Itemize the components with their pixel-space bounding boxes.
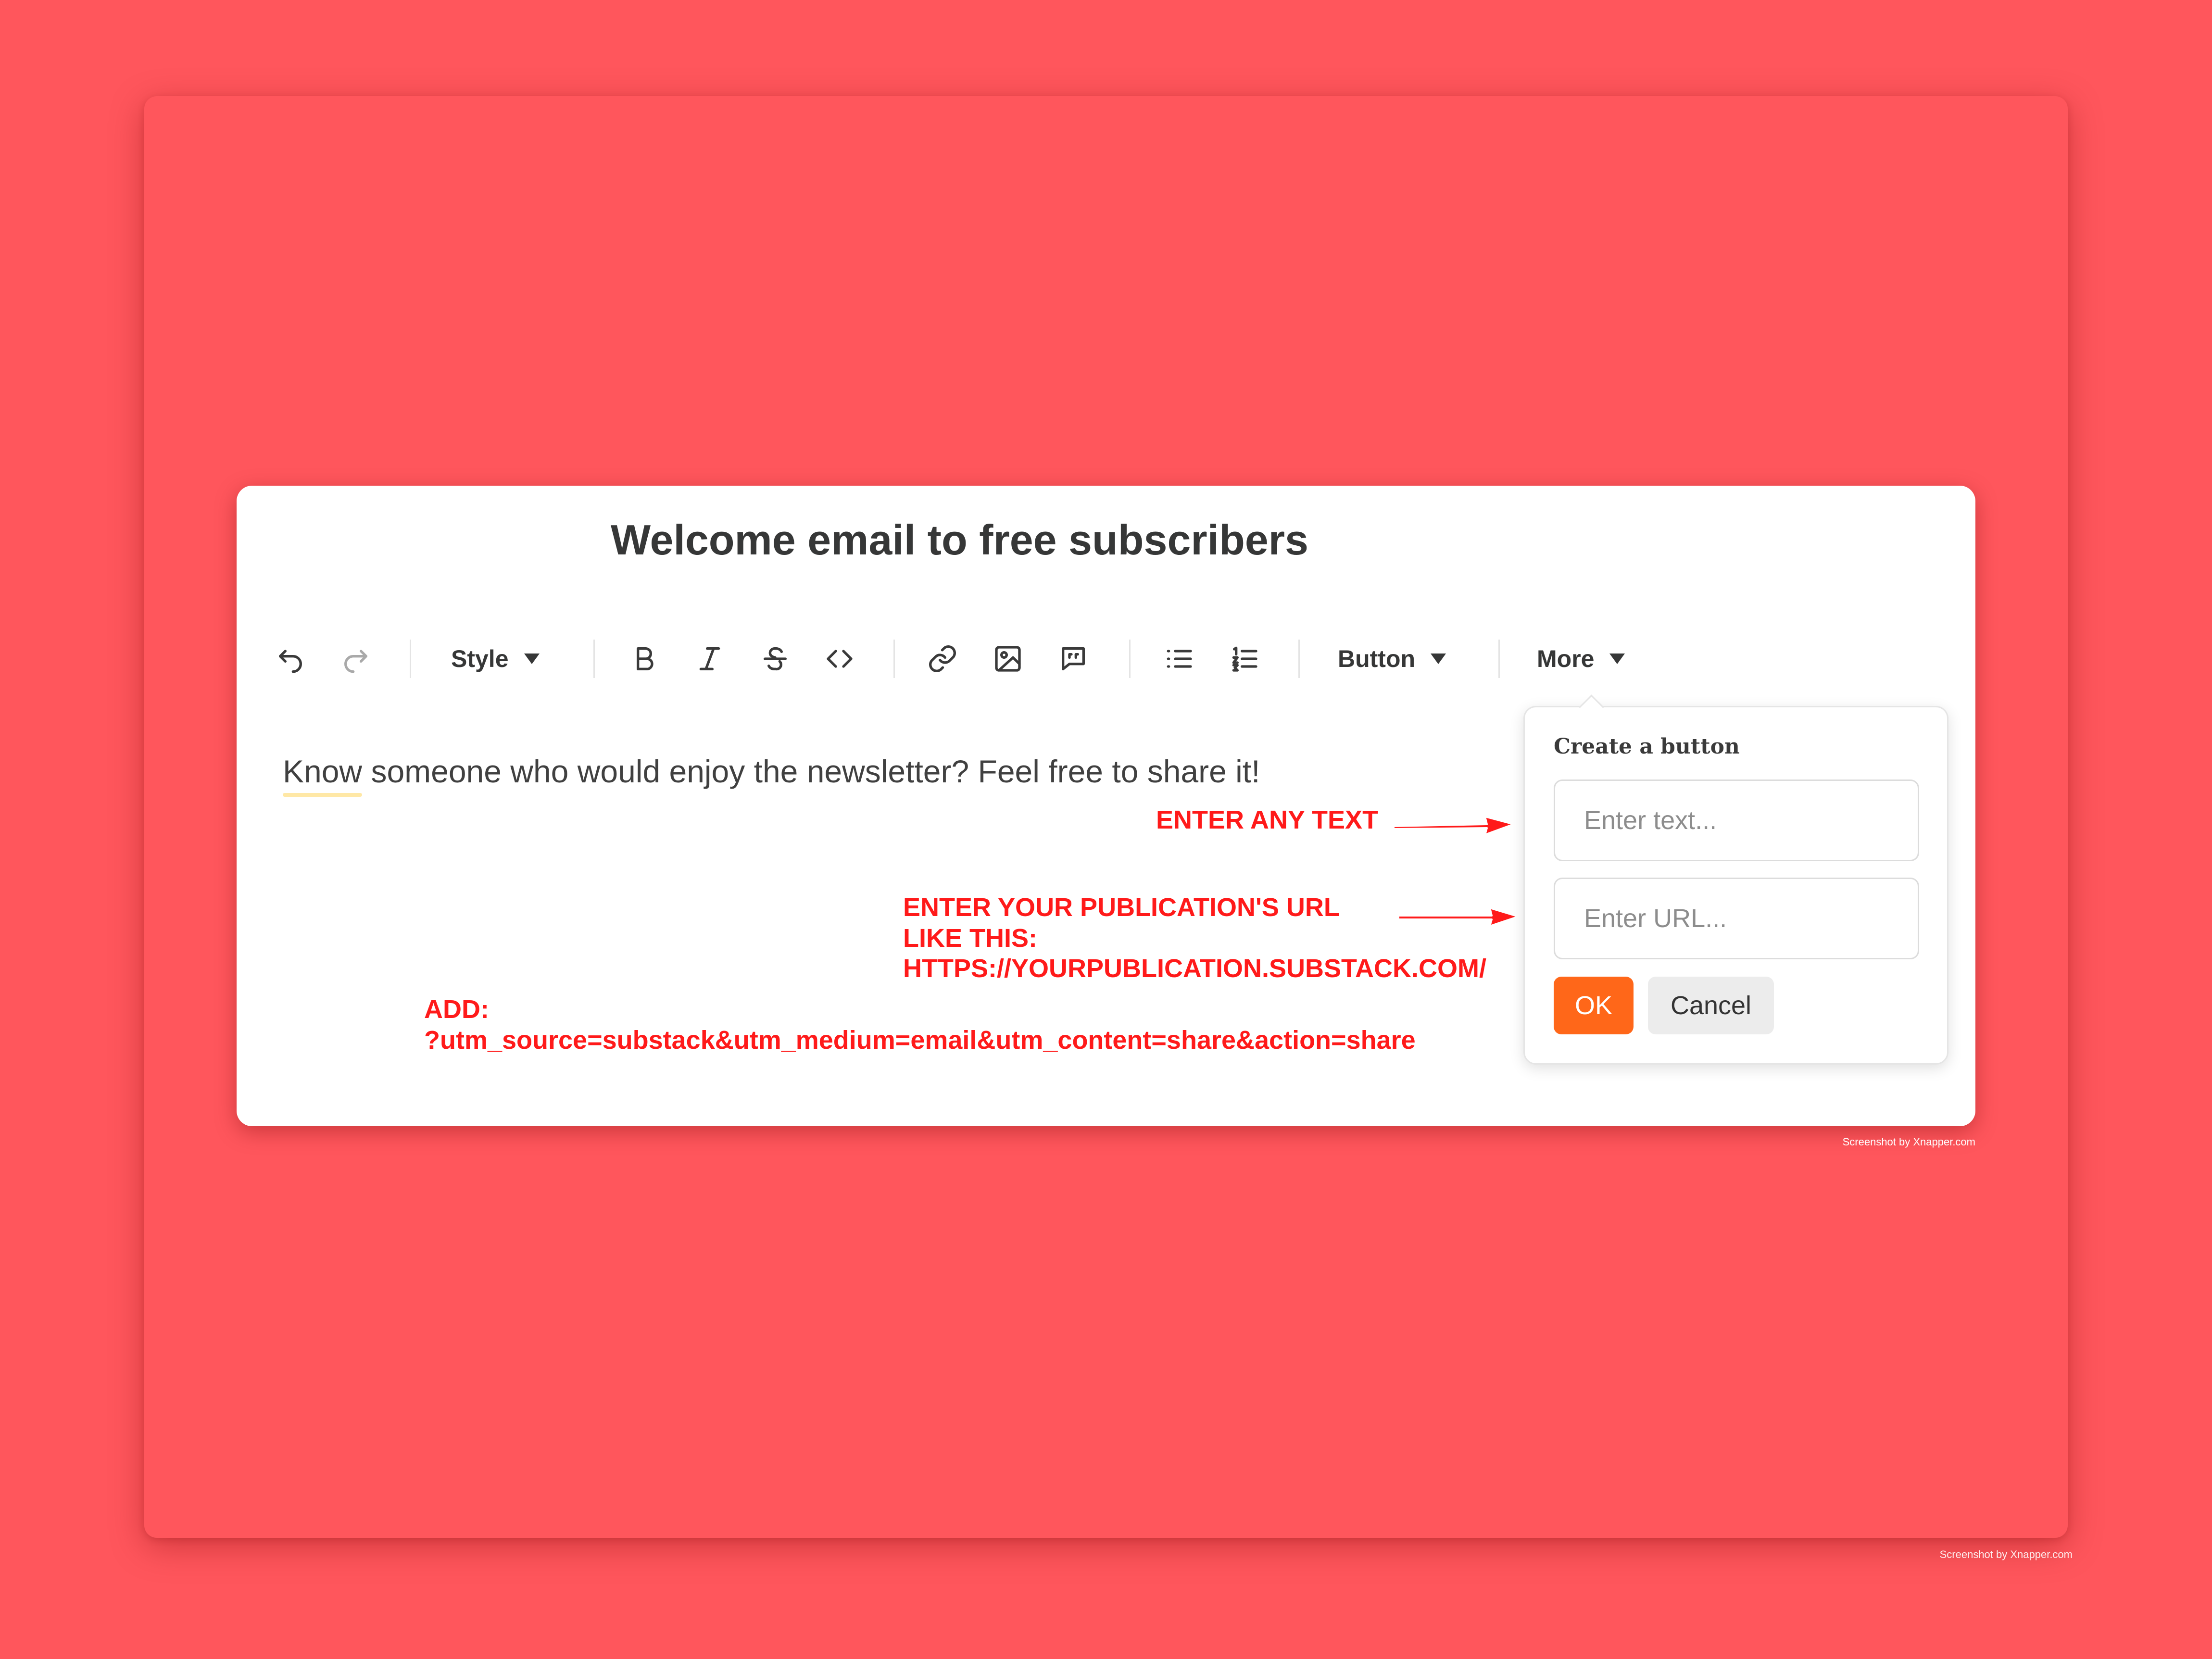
annotation-add-line1: ADD: [424,995,489,1024]
button-dropdown[interactable]: Button [1338,643,1446,674]
caret-down-icon [1609,654,1625,664]
toolbar-divider [593,640,595,678]
style-dropdown-label: Style [451,645,509,672]
code-icon[interactable] [824,643,855,674]
annotation-enter-text: ENTER ANY TEXT [1156,805,1379,834]
toolbar-divider [1498,640,1500,678]
annotation-arrow [1397,907,1520,927]
editor-card: Welcome email to free subscribers Style [237,486,1975,1126]
screenshot-credit: Screenshot by Xnapper.com [1939,1548,2073,1560]
undo-icon[interactable] [275,643,306,674]
link-icon[interactable] [927,643,958,674]
toolbar-divider [1129,640,1131,678]
body-text-rest: someone who would enjoy the newsletter? … [362,754,1260,789]
caret-down-icon [1431,654,1446,664]
more-dropdown-label: More [1537,645,1595,672]
numbered-list-icon[interactable] [1229,643,1260,674]
style-dropdown[interactable]: Style [451,643,540,674]
post-title: Welcome email to free subscribers [611,516,1308,564]
toolbar-divider [893,640,895,678]
ok-button[interactable]: OK [1554,977,1634,1034]
editor-body-text[interactable]: Know someone who would enjoy the newslet… [283,753,1260,790]
quote-icon[interactable] [1058,643,1089,674]
button-url-input[interactable] [1554,878,1919,959]
bold-icon[interactable] [629,643,660,674]
cancel-button[interactable]: Cancel [1648,977,1774,1034]
popover-arrow [1579,694,1604,720]
annotation-add-params: ADD: ?utm_source=substack&utm_medium=ema… [424,994,1416,1056]
button-text-input[interactable] [1554,779,1919,861]
create-button-popover: Create a button OK Cancel [1523,694,1948,1065]
caret-down-icon [524,654,540,664]
annotation-url-line3: HTTPS://YOURPUBLICATION.SUBSTACK.COM/ [903,954,1486,983]
toolbar-divider [1298,640,1300,678]
bullet-list-icon[interactable] [1164,643,1194,674]
popover-title: Create a button [1554,734,1740,759]
image-icon[interactable] [993,643,1023,674]
body-first-word: Know [283,754,363,789]
italic-icon[interactable] [694,643,725,674]
editor-toolbar: Style Button More [237,630,1975,688]
strikethrough-icon[interactable] [760,643,791,674]
button-dropdown-label: Button [1338,645,1416,672]
redo-icon[interactable] [340,643,371,674]
toolbar-divider [410,640,411,678]
annotation-arrow [1393,816,1515,836]
more-dropdown[interactable]: More [1537,643,1625,674]
screenshot-credit: Screenshot by Xnapper.com [1842,1136,1975,1148]
annotation-add-line2: ?utm_source=substack&utm_medium=email&ut… [424,1025,1416,1055]
